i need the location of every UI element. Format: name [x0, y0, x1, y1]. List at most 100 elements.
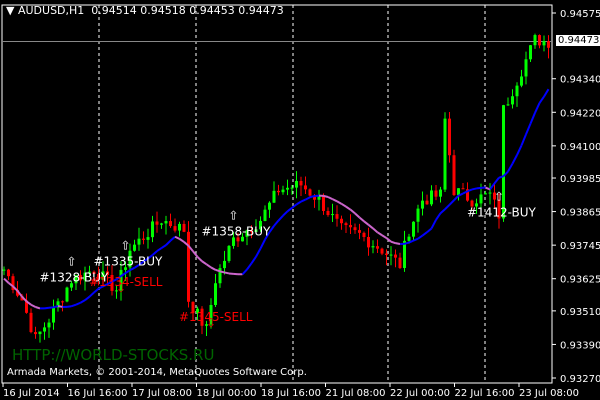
moving-average-segment — [363, 220, 370, 226]
candle-body — [385, 253, 388, 255]
candle-body — [317, 196, 321, 200]
candle-body — [430, 190, 433, 205]
moving-average-segment — [156, 247, 163, 252]
candle-body — [331, 214, 334, 216]
candle-body — [452, 155, 456, 196]
moving-average-segment — [53, 305, 59, 309]
candle-body — [223, 260, 226, 269]
candle-body — [340, 218, 343, 224]
candle-body — [304, 185, 307, 190]
buy-arrow-icon: ⇧ — [67, 254, 77, 268]
moving-average-segment — [165, 239, 172, 246]
moving-average-segment — [196, 256, 203, 262]
candle-body — [182, 223, 186, 232]
moving-average-segment — [205, 263, 212, 269]
candle-body — [457, 188, 460, 196]
candle-body — [520, 76, 523, 86]
moving-average-segment — [404, 241, 410, 245]
moving-average-segment — [336, 200, 342, 205]
moving-average-segment — [84, 295, 91, 301]
candle-body — [439, 189, 442, 197]
moving-average-segment — [201, 260, 208, 266]
moving-average-segment — [367, 224, 374, 230]
candle-body — [286, 187, 289, 190]
moving-average-segment — [327, 196, 333, 201]
moving-average-segment — [174, 235, 180, 240]
y-tick-label: 0.93985 — [560, 174, 600, 185]
moving-average-segment — [345, 205, 352, 211]
candle-body — [412, 221, 415, 237]
candle-body — [187, 231, 190, 302]
candle-body — [281, 189, 285, 193]
candle-body — [344, 223, 348, 226]
moving-average-segment — [35, 306, 41, 310]
candle-body — [29, 312, 33, 333]
moving-average-segment — [385, 237, 392, 243]
moving-average-segment — [93, 287, 100, 294]
candle-body — [290, 187, 294, 189]
ohlc-label: 0.94514 0.94518 0.94453 0.94473 — [91, 4, 284, 17]
moving-average-segment — [516, 144, 523, 156]
moving-average-segment — [250, 256, 257, 264]
trade-label: #1412-BUY — [467, 205, 537, 219]
moving-average-segment — [421, 231, 428, 237]
moving-average-segment — [444, 204, 451, 210]
moving-average-segment — [520, 133, 527, 146]
y-tick-label: 0.93390 — [560, 340, 600, 351]
moving-average-segment — [295, 200, 302, 206]
moving-average-segment — [408, 239, 414, 244]
candle-body — [511, 96, 514, 105]
moving-average-segment — [426, 227, 433, 233]
moving-average-segment — [88, 291, 95, 298]
candle-body — [142, 238, 145, 240]
candle-body — [358, 230, 361, 233]
moving-average-segment — [543, 88, 550, 98]
moving-average-segment — [66, 305, 72, 308]
moving-average-segment — [498, 175, 504, 179]
price-chart[interactable]: 0.94575 0.94340 0.94220 0.94100 0.93985 0.938… — [0, 0, 600, 400]
candle-body — [61, 301, 64, 303]
candle-body — [425, 200, 429, 205]
candle-body — [349, 225, 352, 228]
moving-average-segment — [323, 194, 329, 198]
candle-body — [214, 283, 217, 305]
trade-label: #1345-SELL — [179, 310, 253, 324]
candle-body — [443, 118, 447, 190]
moving-average-segment — [538, 96, 545, 104]
candle-body — [227, 245, 231, 261]
collapse-triangle-icon[interactable]: ▼ — [6, 4, 14, 17]
candle-body — [2, 269, 6, 271]
candle-body — [308, 189, 312, 196]
moving-average-segment — [255, 248, 262, 258]
watermark: HTTP://WORLD-STOCKS.RU — [12, 346, 215, 364]
candle-body — [160, 223, 163, 225]
candle-body — [538, 35, 541, 46]
candle-body — [376, 246, 379, 249]
y-tick-label: 0.93270 — [560, 374, 600, 385]
candle-body — [416, 208, 420, 222]
x-tick-label: 23 Jul 08:00 — [519, 388, 579, 399]
chart-header: ▼ AUDUSD,H1 0.94514 0.94518 0.94453 0.94… — [6, 4, 284, 17]
candle-body — [169, 221, 172, 227]
candle-body — [380, 248, 384, 254]
buy-arrow-icon: ⇧ — [494, 189, 504, 203]
moving-average-segment — [246, 262, 253, 271]
moving-average-segment — [259, 239, 266, 249]
candle-body — [268, 202, 271, 210]
candle-body — [515, 85, 519, 97]
x-tick-label: 18 Jul 00:00 — [197, 388, 257, 399]
candle-body — [461, 188, 465, 190]
moving-average-segment — [476, 186, 482, 190]
moving-average-segment — [124, 269, 131, 274]
trade-label: #1334-SELL — [89, 275, 163, 289]
candle-body — [146, 237, 150, 240]
candle-body — [155, 221, 159, 225]
moving-average-segment — [358, 216, 365, 223]
moving-average-segment — [430, 219, 437, 229]
candle-body — [52, 307, 55, 323]
y-tick-label: 0.94220 — [560, 108, 600, 119]
moving-average-segment — [57, 305, 63, 308]
candle-body — [7, 269, 10, 277]
moving-average-segment — [511, 154, 518, 165]
moving-average-segment — [192, 250, 199, 258]
